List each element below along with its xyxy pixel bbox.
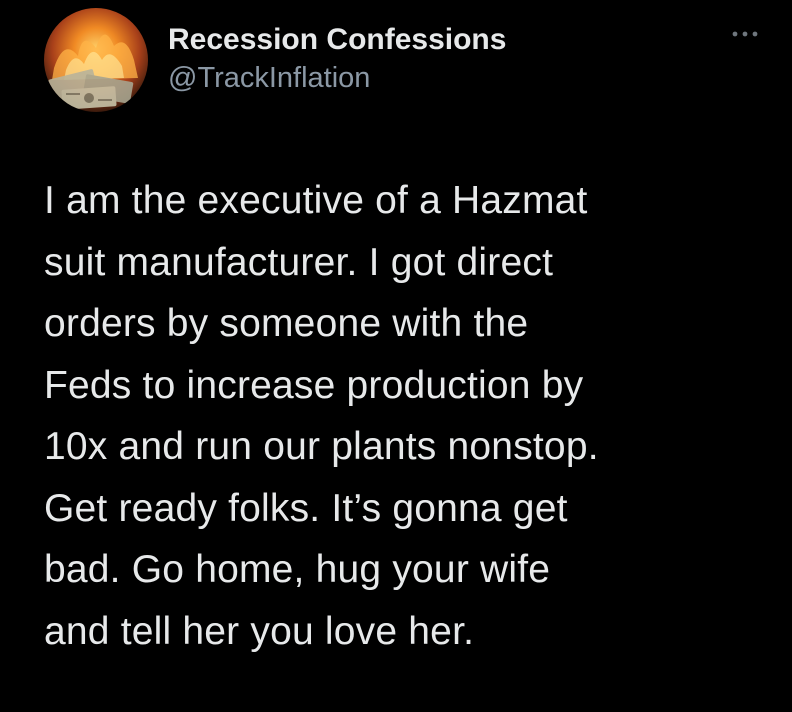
burning-money-avatar-icon [44, 8, 148, 112]
tweet-card: Recession Confessions @TrackInflation I … [0, 0, 792, 712]
tweet-header: Recession Confessions @TrackInflation [40, 8, 760, 118]
user-handle[interactable]: @TrackInflation [168, 60, 506, 96]
avatar[interactable] [44, 8, 148, 112]
tweet-text: I am the executive of a Hazmat suit manu… [44, 179, 599, 653]
display-name[interactable]: Recession Confessions [168, 22, 506, 58]
author-names: Recession Confessions @TrackInflation [168, 22, 506, 96]
more-options-icon[interactable] [730, 26, 760, 42]
